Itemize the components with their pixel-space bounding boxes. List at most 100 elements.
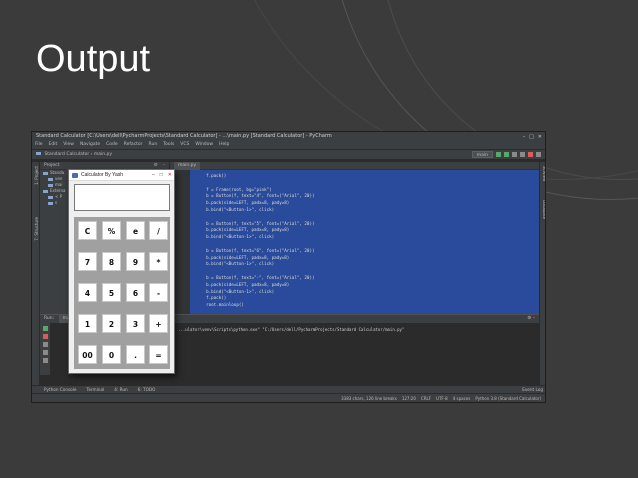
stop-icon[interactable] xyxy=(42,334,48,339)
run-tool-tab[interactable]: 4: Run xyxy=(114,386,127,393)
code-line: b.bind("<Button-1>", click) xyxy=(196,261,275,267)
key-button[interactable]: + xyxy=(149,314,168,333)
key-button[interactable]: . xyxy=(126,345,145,364)
pause-icon[interactable] xyxy=(42,342,48,347)
key-button[interactable]: 3 xyxy=(126,314,145,333)
slide-title: Output xyxy=(36,38,151,80)
window-controls: – □ ✕ xyxy=(523,133,542,141)
close-icon[interactable]: ✕ xyxy=(538,133,542,141)
status-bar: 3383 chars, 126 line breaks 127:20 CRLF … xyxy=(32,393,545,402)
run-output: ...ulator\venv\Scripts\python.exe" "C:/U… xyxy=(178,327,405,332)
key-button[interactable]: = xyxy=(149,345,168,364)
settings-icon[interactable]: ⚙ – xyxy=(527,315,535,323)
calculator-keypad: C% e/7 8 9 * 4 5 6-1 2 3 +00 0. = xyxy=(74,217,170,369)
menu-tools[interactable]: Tools xyxy=(163,141,174,149)
run-toolbar xyxy=(40,323,50,375)
scroll-icon[interactable] xyxy=(42,350,48,355)
code-line: b.pack(side=LEFT, padx=8, pady=8) xyxy=(196,200,290,206)
menu-refactor[interactable]: Refactor xyxy=(124,141,143,149)
coverage-icon[interactable] xyxy=(512,152,517,157)
key-button[interactable]: C xyxy=(78,221,97,240)
stop-icon[interactable] xyxy=(528,152,533,157)
database-tool-label[interactable]: Database xyxy=(542,200,545,219)
terminal-tab[interactable]: Terminal xyxy=(86,386,104,393)
key-button[interactable]: / xyxy=(149,221,168,240)
editor-body[interactable]: f.pack() f = Frame(root, bg="pink") b = … xyxy=(170,170,539,314)
key-button[interactable]: 1 xyxy=(78,314,97,333)
minimize-icon[interactable]: – xyxy=(152,170,155,181)
print-icon[interactable] xyxy=(42,358,48,363)
ide-window-title: Standard Calculator [C:\Users\dell\Pycha… xyxy=(36,133,332,139)
python-console-tab[interactable]: Python Console xyxy=(44,386,76,393)
code-line: b.pack(side=LEFT, padx=8, pady=8) xyxy=(196,254,290,260)
folder-icon xyxy=(48,195,53,199)
status-encoding[interactable]: UTF-8 xyxy=(436,394,448,402)
project-label[interactable]: Project xyxy=(44,163,59,168)
key-button[interactable]: * xyxy=(149,252,168,271)
editor-tab-main[interactable]: main.py xyxy=(174,162,201,170)
status-position[interactable]: 127:20 xyxy=(402,394,416,402)
folder-icon xyxy=(48,201,53,205)
key-button[interactable]: 4 xyxy=(78,283,97,302)
menu-help[interactable]: Help xyxy=(219,141,229,149)
menu-run[interactable]: Run xyxy=(149,141,158,149)
code-line: b.pack(side=LEFT, padx=8, pady=8) xyxy=(196,227,290,233)
code-line: root.mainloop() xyxy=(196,302,244,308)
calculator-titlebar[interactable]: Calculator By Yash – □ ✕ xyxy=(69,170,174,181)
key-button[interactable]: 9 xyxy=(126,252,145,271)
menu-window[interactable]: Window xyxy=(195,141,213,149)
key-button[interactable]: 8 xyxy=(102,252,121,271)
breadcrumb-file[interactable]: main.py xyxy=(94,152,112,157)
rerun-icon[interactable] xyxy=(42,326,48,331)
code-line: f.pack() xyxy=(196,295,227,301)
search-icon[interactable] xyxy=(536,152,541,157)
folder-icon xyxy=(48,183,53,187)
profile-icon[interactable] xyxy=(520,152,525,157)
right-tool-strip: SciView Database xyxy=(539,162,545,402)
todo-tab[interactable]: 6: TODO xyxy=(138,386,156,393)
key-button[interactable]: 6 xyxy=(126,283,145,302)
code-editor: main.py f.pack() f = Frame(root, bg="pin… xyxy=(170,162,539,314)
project-tool-label[interactable]: 1: Project xyxy=(34,166,39,185)
status-right: 3383 chars, 126 line breaks 127:20 CRLF … xyxy=(341,394,541,402)
menu-vcs[interactable]: VCS xyxy=(180,141,189,149)
status-interpreter[interactable]: Python 3.8 (Standard Calculator) xyxy=(475,394,541,402)
key-button[interactable]: 0 xyxy=(102,345,121,364)
menu-navigate[interactable]: Navigate xyxy=(80,141,100,149)
status-chars: 3383 chars, 126 line breaks xyxy=(341,396,397,401)
key-button[interactable]: 5 xyxy=(102,283,121,302)
debug-icon[interactable] xyxy=(504,152,509,157)
code-line: b = Button(f, text="4", font=("Arial", 2… xyxy=(196,193,315,199)
key-button[interactable]: - xyxy=(149,283,168,302)
menu-file[interactable]: File xyxy=(35,141,43,149)
run-icon[interactable] xyxy=(496,152,501,157)
calculator-window-controls: – □ ✕ xyxy=(152,170,172,181)
menu-edit[interactable]: Edit xyxy=(49,141,58,149)
bottom-tool-tabs: Python Console Terminal 4: Run 6: TODO E… xyxy=(32,385,545,393)
structure-tool-label[interactable]: 7: Structure xyxy=(34,217,39,241)
maximize-icon[interactable]: □ xyxy=(529,133,534,141)
minimize-icon[interactable]: – xyxy=(523,133,526,141)
menu-view[interactable]: View xyxy=(63,141,74,149)
folder-icon xyxy=(48,177,53,181)
code-line: b = Button(f, text="6", font=("Arial", 2… xyxy=(196,247,315,253)
key-button[interactable]: 7 xyxy=(78,252,97,271)
key-button[interactable]: 2 xyxy=(102,314,121,333)
close-icon[interactable]: ✕ xyxy=(168,170,172,181)
sciview-tool-label[interactable]: SciView xyxy=(542,166,545,181)
status-indent[interactable]: 4 spaces xyxy=(453,394,471,402)
key-button[interactable]: 00 xyxy=(78,345,97,364)
maximize-icon[interactable]: □ xyxy=(160,170,163,181)
run-config-select[interactable]: main xyxy=(471,151,493,158)
feather-icon xyxy=(72,173,78,178)
key-button[interactable]: % xyxy=(102,221,121,240)
status-line-sep[interactable]: CRLF xyxy=(421,394,431,402)
key-button[interactable]: e xyxy=(126,221,145,240)
breadcrumb-project[interactable]: Standard Calculator xyxy=(44,152,89,157)
menu-code[interactable]: Code xyxy=(106,141,118,149)
calculator-display[interactable] xyxy=(74,184,170,211)
toolbar-right: main xyxy=(471,151,541,158)
